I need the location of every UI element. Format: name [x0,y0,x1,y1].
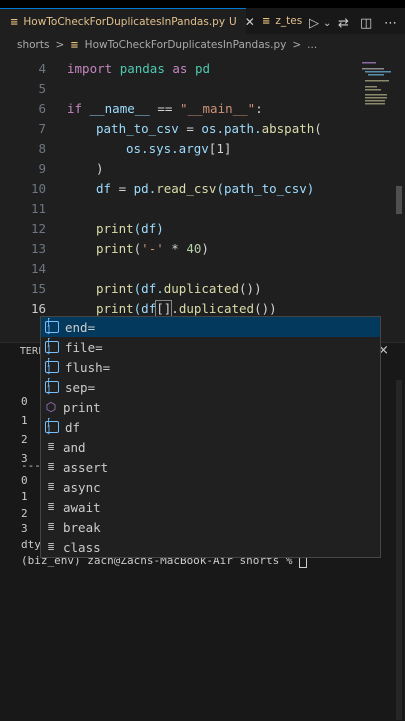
code-line: path_to_csv = os.path.abspath( [96,121,322,136]
suggestion-item[interactable]: [ ] file= [41,337,380,357]
keyword-icon: ≣ [47,520,55,533]
method-icon: ⬡ [45,400,57,414]
tab-label: z_tes [275,15,303,27]
code-line: os.sys.argv[1] [126,141,232,156]
tab-z-tes[interactable]: ≡ z_tes [252,8,302,34]
keyword-icon: ≣ [47,460,55,473]
terminal-line: 3 [21,522,28,535]
suggestion-item[interactable]: ≣ await [41,497,380,517]
python-file-icon: ≡ [10,16,19,28]
line-number: 9 [38,161,46,176]
code-line: print(df) [96,221,164,236]
variable-icon: [ ] [45,319,59,336]
keyword-icon: ≣ [47,440,55,453]
run-icon[interactable]: ▷ [309,16,319,31]
breadcrumb-file[interactable]: HowToCheckForDuplicatesInPandas.py [85,39,287,51]
code-line: import pandas as pd [67,61,211,76]
suggestion-item[interactable]: [ ] end= [41,317,380,337]
compare-changes-icon[interactable]: ⇄ [338,16,349,31]
code-line-current[interactable]: print(df[].duplicated()) [96,300,277,317]
line-number: 6 [38,101,46,116]
python-file-icon: ≡ [262,15,271,27]
line-number: 13 [30,241,46,256]
python-file-icon: ≡ [70,39,79,51]
code-line: print('-' * 40) [96,241,209,256]
line-number: 10 [30,181,46,196]
line-number: 11 [30,201,46,216]
line-number: 14 [30,261,46,276]
line-number: 8 [38,141,46,156]
suggestion-item[interactable]: ⬡ print [41,397,380,417]
editor-scrollbar[interactable] [396,186,402,214]
suggestion-item[interactable]: ≣ break [41,517,380,537]
tab-howtocheck[interactable]: ≡ HowToCheckForDuplicatesInPandas.py U ✕ [0,8,255,35]
breadcrumb-separator: > [55,39,65,51]
terminal-line: 0 [21,474,28,487]
terminal-line: 2 [21,433,28,446]
bracket-match: [] [155,300,173,317]
terminal-line: 2 [21,507,28,520]
suggestion-item[interactable]: ≣ and [41,437,380,457]
suggestion-item[interactable]: [ ] flush= [41,357,380,377]
suggestion-item[interactable]: ≣ async [41,477,380,497]
split-editor-icon[interactable]: ◫ [360,16,372,31]
line-number: 7 [38,121,46,136]
line-number-current: 16 [30,301,46,316]
minimap[interactable] [356,56,398,186]
tab-label: HowToCheckForDuplicatesInPandas.py [23,16,226,28]
terminal-line: --- [21,459,41,472]
terminal-line: dty [21,538,41,551]
line-number: 4 [38,61,46,76]
variable-icon: [ ] [45,419,59,436]
code-line: print(df.duplicated()) [96,281,262,296]
tab-bar: ≡ HowToCheckForDuplicatesInPandas.py U ✕… [0,8,405,35]
line-number: 12 [30,221,46,236]
variable-icon: [ ] [45,339,59,356]
suggestion-item[interactable]: [ ] sep= [41,377,380,397]
code-line: if __name__ == "__main__": [67,101,263,116]
code-line: df = pd.read_csv(path_to_csv) [96,181,315,196]
line-number: 15 [30,281,46,296]
terminal-line: 0 [21,395,28,408]
variable-icon: [ ] [45,379,59,396]
suggestion-item[interactable]: ≣ assert [41,457,380,477]
breadcrumb: shorts > ≡ HowToCheckForDuplicatesInPand… [0,34,405,56]
untracked-badge: U [229,16,237,28]
line-number: 5 [38,81,46,96]
terminal-line: 1 [21,490,28,503]
breadcrumb-more[interactable]: ... [307,39,317,51]
more-actions-icon[interactable]: ⋯ [384,16,397,31]
suggestion-item[interactable]: [ ] df [41,417,380,437]
code-line: ) [96,161,104,176]
breadcrumb-separator: > [292,39,302,51]
terminal-line: 1 [21,414,28,427]
breadcrumb-folder[interactable]: shorts [17,39,49,51]
code-editor[interactable] [0,56,405,342]
autocomplete-popup: [ ] end= [ ] file= [ ] flush= [ ] sep= ⬡… [40,316,381,558]
keyword-icon: ≣ [47,480,55,493]
keyword-icon: ≣ [47,540,55,553]
terminal-scrollbar[interactable] [396,380,402,720]
suggestion-item[interactable]: ≣ class [41,537,380,557]
chevron-down-icon[interactable]: ⌄ [323,18,331,29]
variable-icon: [ ] [45,359,59,376]
keyword-icon: ≣ [47,500,55,513]
